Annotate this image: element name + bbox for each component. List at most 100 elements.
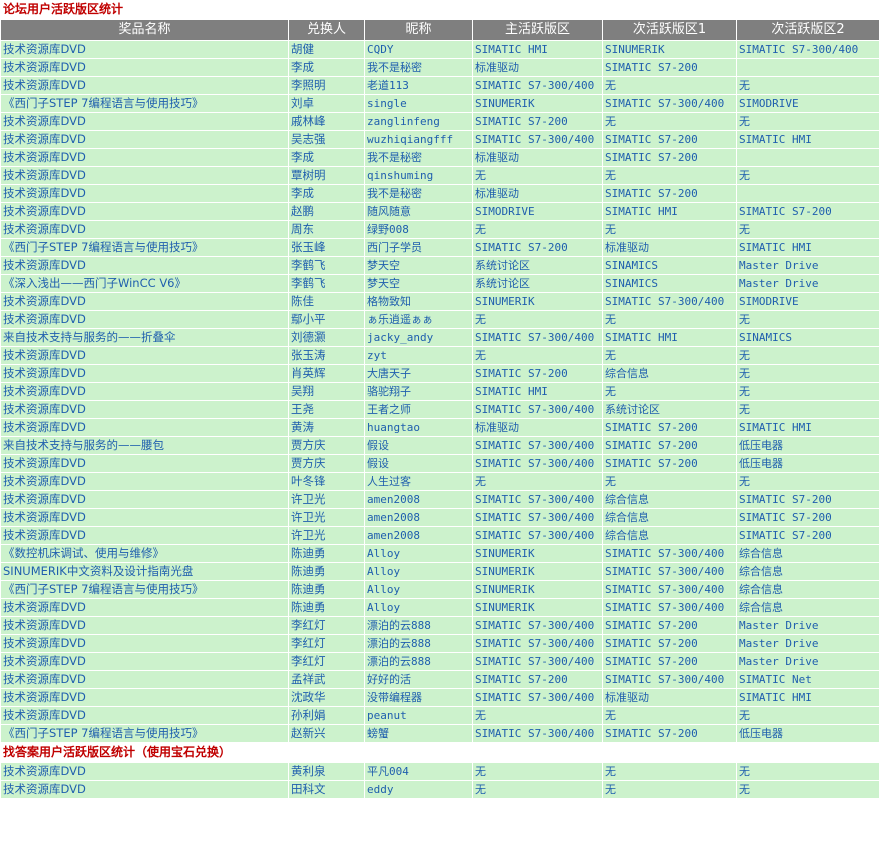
- prize-cell: 技术资源库DVD: [0, 292, 289, 311]
- redeemer-cell: 刘卓: [288, 94, 365, 113]
- nickname-cell: ぁ乐逍遥ぁぁ: [364, 310, 473, 329]
- sub-board-2-cell: 无: [736, 382, 879, 401]
- sub-board-2-cell: Master Drive: [736, 634, 879, 653]
- prize-cell: 技术资源库DVD: [0, 688, 289, 707]
- table-row: 《西门子STEP 7编程语言与使用技巧》 刘卓 single SINUMERIK SIM…: [0, 94, 879, 113]
- prize-cell: 技术资源库DVD: [0, 490, 289, 509]
- nickname-cell: 骆驼翔子: [364, 382, 473, 401]
- table-row: 技术资源库DVD 李照明 老道113 SIMATIC S7-300/400 无无: [0, 76, 879, 95]
- table-row: 技术资源库DVD 孙利娟 peanut 无无无: [0, 706, 879, 725]
- table-row: 《西门子STEP 7编程语言与使用技巧》 陈迪勇 Alloy SINUMERIK SIM…: [0, 580, 879, 599]
- prize-cell: 技术资源库DVD: [0, 400, 289, 419]
- main-board-cell: SIMATIC S7-300/400: [472, 454, 603, 473]
- prize-cell: 技术资源库DVD: [0, 166, 289, 185]
- sub-board-2-cell: SIMATIC S7-200: [736, 526, 879, 545]
- sub-board-1-cell: SIMATIC S7-300/400: [602, 544, 737, 563]
- main-board-cell: SIMATIC S7-300/400: [472, 400, 603, 419]
- main-board-cell: SIMATIC S7-200: [472, 364, 603, 383]
- table-row: 来自技术支持与服务的——折叠伞 刘德灏 jacky_andy SIMATIC S7-3…: [0, 328, 879, 347]
- nickname-cell: 没带编程器: [364, 688, 473, 707]
- sub-board-1-cell: 无: [602, 780, 737, 799]
- sub-board-1-cell: 无: [602, 346, 737, 365]
- table-row: 技术资源库DVD 李成 我不是秘密 标准驱动 SIMATIC S7-200: [0, 148, 879, 167]
- prize-cell: 技术资源库DVD: [0, 526, 289, 545]
- main-board-cell: 标准驱动: [472, 418, 603, 437]
- sub-board-2-cell: 综合信息: [736, 580, 879, 599]
- sub-board-1-cell: SIMATIC S7-200: [602, 724, 737, 743]
- prize-cell: 技术资源库DVD: [0, 148, 289, 167]
- prize-cell: 技术资源库DVD: [0, 418, 289, 437]
- table-row: 技术资源库DVD 张玉涛 zyt 无无无: [0, 346, 879, 365]
- nickname-cell: 绿野008: [364, 220, 473, 239]
- redeemer-cell: 李成: [288, 58, 365, 77]
- table-row: 技术资源库DVD 李红灯 漂泊的云888 SIMATIC S7-300/400 SIMA…: [0, 634, 879, 653]
- nickname-cell: 好好的活: [364, 670, 473, 689]
- nickname-cell: peanut: [364, 706, 473, 725]
- redeemer-cell: 王尧: [288, 400, 365, 419]
- sub-board-1-cell: SIMATIC S7-300/400: [602, 580, 737, 599]
- prize-cell: 技术资源库DVD: [0, 58, 289, 77]
- sub-board-2-cell: Master Drive: [736, 256, 879, 275]
- redeemer-cell: 李鹤飞: [288, 274, 365, 293]
- nickname-cell: 西门子学员: [364, 238, 473, 257]
- main-board-cell: SIMATIC S7-200: [472, 112, 603, 131]
- prize-cell: 《西门子STEP 7编程语言与使用技巧》: [0, 94, 289, 113]
- main-board-cell: SIMODRIVE: [472, 202, 603, 221]
- sub-board-2-cell: 无: [736, 166, 879, 185]
- sub-board-2-cell: 无: [736, 780, 879, 799]
- sub-board-1-cell: SINUMERIK: [602, 40, 737, 59]
- prize-cell: 《深入浅出——西门子WinCC V6》: [0, 274, 289, 293]
- redeemer-cell: 胡健: [288, 40, 365, 59]
- main-board-cell: SIMATIC S7-300/400: [472, 328, 603, 347]
- redeemer-cell: 贾方庆: [288, 454, 365, 473]
- redeemer-cell: 张玉峰: [288, 238, 365, 257]
- nickname-cell: zanglinfeng: [364, 112, 473, 131]
- main-board-cell: 无: [472, 346, 603, 365]
- sub-board-2-cell: SIMATIC S7-200: [736, 202, 879, 221]
- table-row: 技术资源库DVD 李成 我不是秘密 标准驱动 SIMATIC S7-200: [0, 184, 879, 203]
- table-row: 技术资源库DVD 周东 绿野008 无无无: [0, 220, 879, 239]
- main-board-cell: 标准驱动: [472, 148, 603, 167]
- sub-board-1-cell: 无: [602, 76, 737, 95]
- sub-board-2-cell: SIMATIC Net: [736, 670, 879, 689]
- main-board-cell: SINUMERIK: [472, 580, 603, 599]
- table-row: 技术资源库DVD 贾方庆 假设 SIMATIC S7-300/400 SIMATIC S…: [0, 454, 879, 473]
- sub-board-2-cell: 无: [736, 220, 879, 239]
- main-board-cell: SIMATIC HMI: [472, 40, 603, 59]
- sub-board-1-cell: SIMATIC S7-300/400: [602, 292, 737, 311]
- main-board-cell: 标准驱动: [472, 58, 603, 77]
- table-row: 《西门子STEP 7编程语言与使用技巧》 赵新兴 螃蟹 SIMATIC S7-300/…: [0, 724, 879, 743]
- nickname-cell: 王者之师: [364, 400, 473, 419]
- redeemer-cell: 李成: [288, 184, 365, 203]
- redeemer-cell: 周东: [288, 220, 365, 239]
- redeemer-cell: 李红灯: [288, 634, 365, 653]
- sub-board-2-cell: SIMATIC HMI: [736, 238, 879, 257]
- redeemer-cell: 陈迪勇: [288, 598, 365, 617]
- sub-board-2-cell: 无: [736, 762, 879, 781]
- sub-board-1-cell: SIMATIC S7-200: [602, 58, 737, 77]
- main-board-cell: 无: [472, 706, 603, 725]
- nickname-cell: 格物致知: [364, 292, 473, 311]
- redeemer-cell: 赵鹏: [288, 202, 365, 221]
- sub-board-1-cell: SIMATIC S7-200: [602, 148, 737, 167]
- redeemer-cell: 李照明: [288, 76, 365, 95]
- sub-board-1-cell: 无: [602, 382, 737, 401]
- nickname-cell: 随风随意: [364, 202, 473, 221]
- redeemer-cell: 孙利娟: [288, 706, 365, 725]
- nickname-cell: single: [364, 94, 473, 113]
- nickname-cell: Alloy: [364, 562, 473, 581]
- sub-board-2-cell: SIMATIC S7-200: [736, 508, 879, 527]
- column-header: 次活跃版区1: [602, 19, 737, 41]
- main-board-cell: SINUMERIK: [472, 292, 603, 311]
- table-row: 来自技术支持与服务的——腰包 贾方庆 假设 SIMATIC S7-300/400 SIM…: [0, 436, 879, 455]
- nickname-cell: 漂泊的云888: [364, 616, 473, 635]
- main-board-cell: 无: [472, 762, 603, 781]
- redeemer-cell: 沈政华: [288, 688, 365, 707]
- redeemer-cell: 吴翔: [288, 382, 365, 401]
- sub-board-1-cell: SIMATIC S7-200: [602, 418, 737, 437]
- redeemer-cell: 许卫光: [288, 508, 365, 527]
- sub-board-2-cell: SIMATIC S7-200: [736, 490, 879, 509]
- redeemer-cell: 许卫光: [288, 526, 365, 545]
- sub-board-1-cell: 综合信息: [602, 364, 737, 383]
- nickname-cell: 我不是秘密: [364, 148, 473, 167]
